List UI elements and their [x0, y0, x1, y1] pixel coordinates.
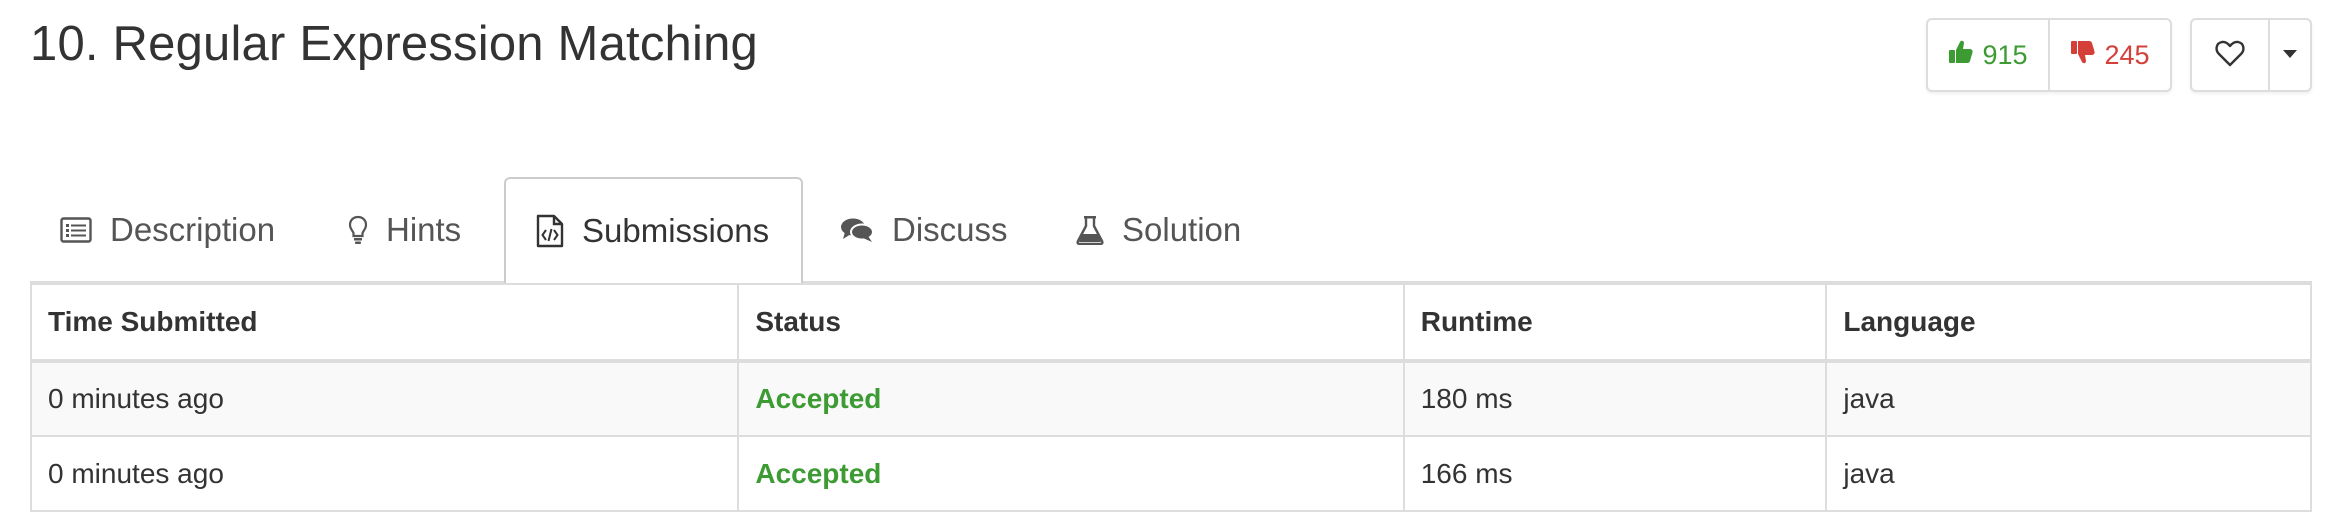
- heart-outline-icon: [2215, 39, 2245, 72]
- flask-icon: [1076, 215, 1104, 245]
- status-cell: Accepted: [737, 360, 1405, 437]
- column-header-language: Language: [1825, 283, 2312, 363]
- thumbs-down-icon: [2070, 39, 2096, 72]
- time-submitted-cell: 0 minutes ago: [29, 360, 740, 437]
- language-cell: java: [1825, 435, 2312, 512]
- table-row: 0 minutes ago Accepted 166 ms java: [29, 435, 2312, 512]
- problem-tabs: Description Hints Submissions Discuss So…: [30, 177, 2312, 285]
- tab-submissions-label: Submissions: [582, 212, 770, 249]
- tab-solution[interactable]: Solution: [1076, 177, 1241, 283]
- downvote-button[interactable]: 245: [2050, 20, 2170, 90]
- column-header-status: Status: [737, 283, 1405, 363]
- column-header-runtime: Runtime: [1402, 283, 1828, 363]
- code-file-icon: [536, 214, 564, 248]
- downvote-count: 245: [2104, 39, 2150, 70]
- status-link[interactable]: Accepted: [755, 458, 881, 489]
- favorite-button[interactable]: [2192, 20, 2270, 90]
- status-cell: Accepted: [737, 435, 1405, 512]
- tab-description[interactable]: Description: [60, 177, 275, 283]
- status-link[interactable]: Accepted: [755, 383, 881, 414]
- submissions-table: Time Submitted Status Runtime Language 0…: [29, 283, 2312, 512]
- language-cell: java: [1825, 360, 2312, 437]
- list-alt-icon: [60, 217, 92, 243]
- tab-submissions[interactable]: Submissions: [504, 177, 804, 285]
- upvote-button[interactable]: 915: [1928, 20, 2050, 90]
- tab-description-label: Description: [110, 211, 276, 248]
- tab-discuss[interactable]: Discuss: [840, 177, 1008, 283]
- table-header-row: Time Submitted Status Runtime Language: [29, 283, 2312, 363]
- more-options-button[interactable]: [2270, 20, 2310, 90]
- vote-group: 915 245: [1926, 18, 2172, 92]
- page-title: 10. Regular Expression Matching: [30, 17, 758, 71]
- tab-discuss-label: Discuss: [892, 211, 1008, 248]
- time-submitted-cell: 0 minutes ago: [29, 435, 740, 512]
- tab-hints-label: Hints: [386, 211, 462, 248]
- tab-hints[interactable]: Hints: [348, 177, 461, 283]
- runtime-cell: 180 ms: [1402, 360, 1828, 437]
- comments-icon: [840, 217, 874, 243]
- thumbs-up-icon: [1948, 39, 1974, 72]
- tab-solution-label: Solution: [1122, 211, 1242, 248]
- favorite-group: [2190, 18, 2312, 92]
- caret-down-icon: [2283, 46, 2297, 64]
- runtime-cell: 166 ms: [1402, 435, 1828, 512]
- table-row: 0 minutes ago Accepted 180 ms java: [29, 360, 2312, 437]
- column-header-time: Time Submitted: [29, 283, 740, 363]
- lightbulb-icon: [348, 215, 368, 245]
- upvote-count: 915: [1982, 39, 2028, 70]
